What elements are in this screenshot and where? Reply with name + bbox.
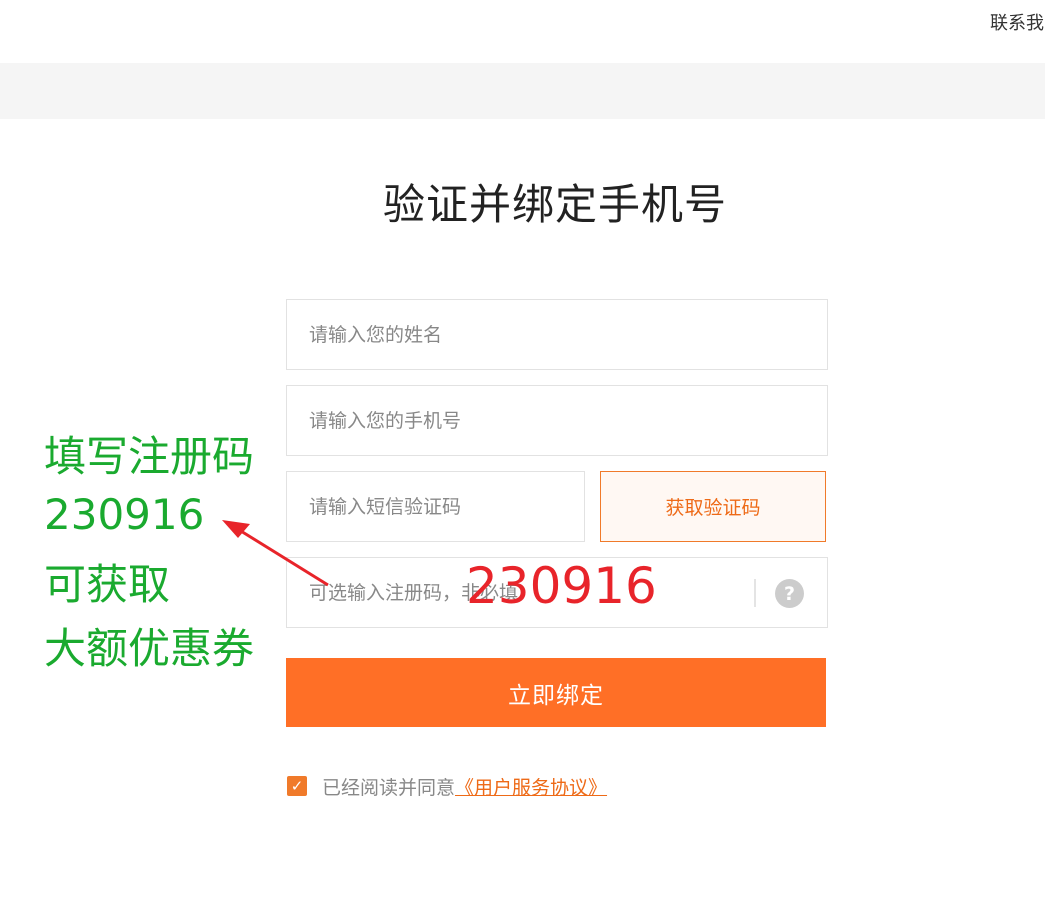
sms-code-field[interactable] — [286, 471, 585, 542]
agree-prefix: 已经阅读并同意 — [322, 777, 456, 799]
name-input[interactable] — [287, 300, 827, 369]
annotation-red-code: 230916 — [466, 557, 657, 615]
annotation-line-3: 可获取 — [44, 560, 171, 609]
phone-input[interactable] — [287, 386, 827, 455]
page-title: 验证并绑定手机号 — [382, 180, 727, 229]
header-band — [0, 63, 1045, 119]
agree-text: 已经阅读并同意《用户服务协议》 — [322, 773, 607, 800]
checkmark-icon: ✓ — [290, 777, 304, 795]
name-field[interactable] — [286, 299, 828, 370]
agree-checkbox[interactable]: ✓ — [287, 776, 307, 796]
sms-code-input[interactable] — [287, 472, 584, 541]
get-code-button[interactable]: 获取验证码 — [600, 471, 826, 542]
question-circle-icon[interactable]: ? — [775, 579, 804, 608]
contact-link[interactable]: 联系我 — [990, 9, 1044, 35]
annotation-line-2: 230916 — [44, 490, 205, 539]
annotation-line-1: 填写注册码 — [44, 432, 255, 481]
annotation-line-4: 大额优惠券 — [44, 624, 255, 673]
register-code-divider — [754, 579, 756, 607]
bind-submit-button[interactable]: 立即绑定 — [286, 658, 826, 727]
user-agreement-link[interactable]: 《用户服务协议》 — [455, 777, 607, 799]
phone-field[interactable] — [286, 385, 828, 456]
